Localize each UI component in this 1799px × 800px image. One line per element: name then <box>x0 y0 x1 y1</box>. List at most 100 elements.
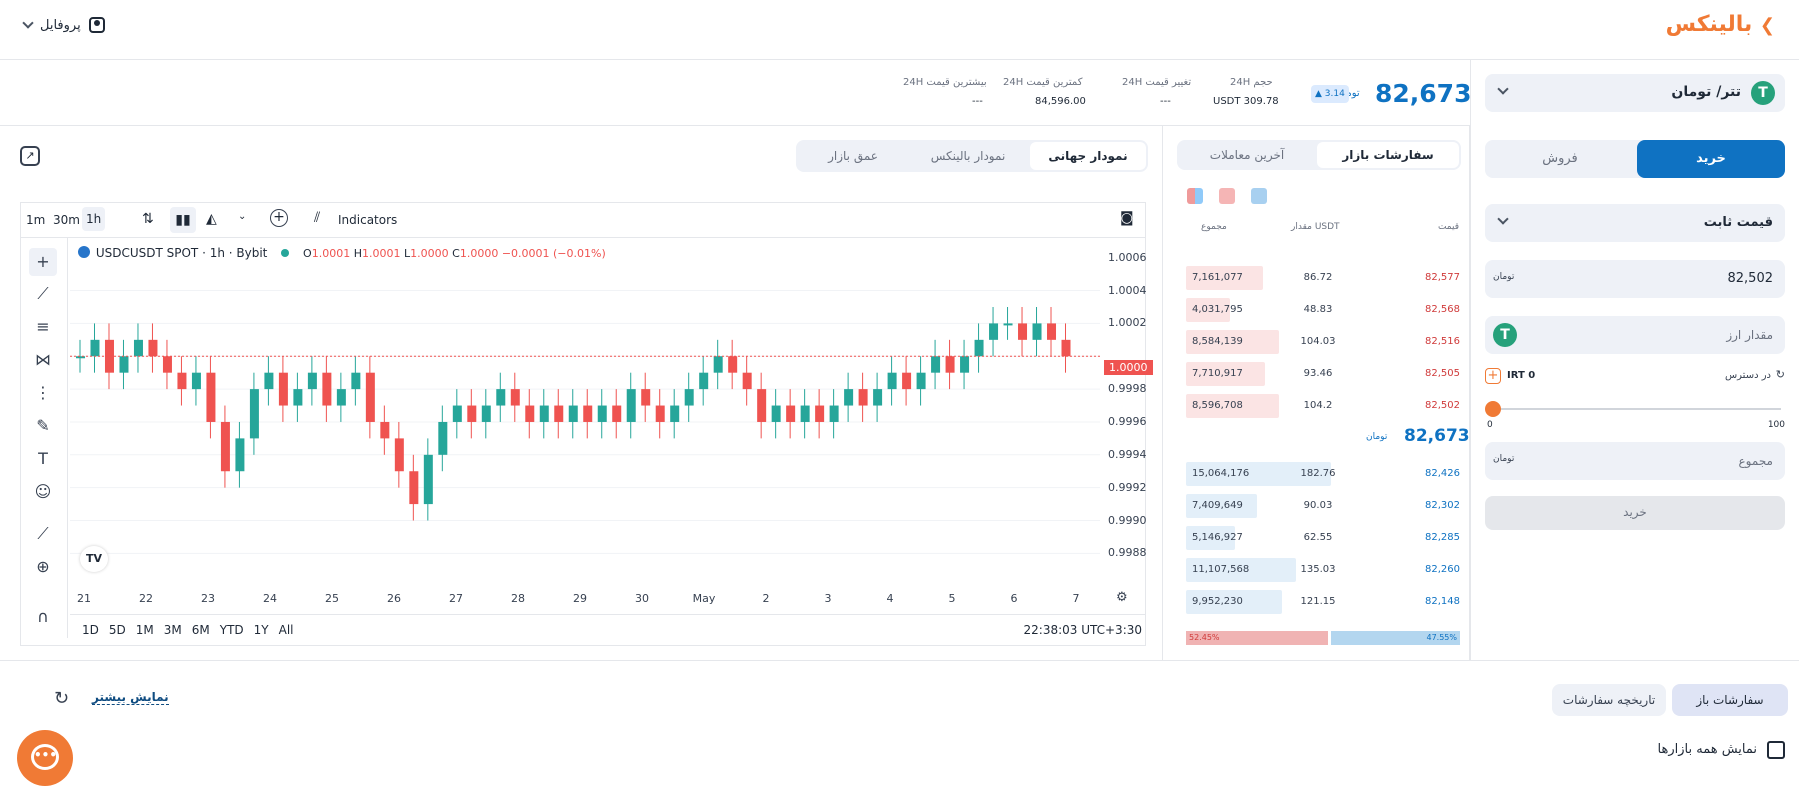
indicators-button[interactable]: Indicators <box>338 213 397 227</box>
chevron-down-icon[interactable]: ⌄ <box>238 211 246 222</box>
chevron-down-icon <box>22 17 34 29</box>
view-buy-icon[interactable] <box>1251 188 1267 204</box>
range-all[interactable]: All <box>279 623 294 637</box>
price-input[interactable]: تومان 82,502 <box>1485 260 1785 298</box>
bid-row[interactable]: 11,107,568 135.03 82,260 <box>1186 558 1460 582</box>
candle-body <box>1047 323 1057 340</box>
bid-row[interactable]: 7,409,649 90.03 82,302 <box>1186 494 1460 518</box>
total-input[interactable]: تومان مجموع <box>1485 442 1785 480</box>
interval-30m[interactable]: 30m <box>53 213 80 227</box>
interval-1m[interactable]: 1m <box>26 213 45 227</box>
add-indicator-icon[interactable]: + <box>270 209 288 227</box>
candle-body <box>583 405 593 422</box>
pair-selector[interactable]: تتر/ تومان T <box>1485 74 1785 112</box>
fib-icon[interactable]: ≡ <box>29 313 57 341</box>
interval-1h[interactable]: 1h <box>82 207 106 231</box>
candle-body <box>220 421 230 472</box>
tab-market-orders[interactable]: سفارشات بازار <box>1317 142 1459 168</box>
tab-balinex-chart[interactable]: نمودار بالینکس <box>910 142 1026 170</box>
magnet-icon[interactable]: ∩ <box>29 603 57 631</box>
bid-row[interactable]: 15,064,176 182.76 82,426 <box>1186 462 1460 486</box>
depth-ratio-bar: 52.45% 47.55% <box>1186 631 1460 645</box>
range-5d[interactable]: 5D <box>109 623 126 637</box>
amount-input[interactable]: T مقدار ارز <box>1485 316 1785 354</box>
support-chat-button[interactable]: ••• <box>17 730 73 786</box>
crosshair-icon[interactable]: + <box>29 248 57 276</box>
text-icon[interactable]: T <box>29 445 57 473</box>
compare-icon[interactable]: ⇅ <box>142 211 154 227</box>
ask-row[interactable]: 4,031,795 48.83 82,568 <box>1186 298 1460 322</box>
order-total: 7,161,077 <box>1192 272 1243 283</box>
orderbook-tabs: سفارشات بازار آخرین معاملات <box>1177 140 1461 170</box>
candle-body <box>365 372 375 422</box>
time-tick-label: 7 <box>1072 592 1080 605</box>
range-1d[interactable]: 1D <box>82 623 99 637</box>
show-all-markets-toggle[interactable]: نمایش همه بازارها <box>1620 740 1785 762</box>
tab-market-depth[interactable]: عمق بازار <box>798 142 908 170</box>
show-more-link[interactable]: نمایش بیشتر <box>92 690 169 705</box>
price-tick-label: 1.0002 <box>1108 316 1147 330</box>
trend-line-icon[interactable]: ⟋ <box>29 280 57 308</box>
open-orders-tab[interactable]: سفارشات باز <box>1672 684 1788 716</box>
candlestick-plot[interactable] <box>70 238 1100 578</box>
tab-global-chart[interactable]: نمودار جهانی <box>1030 142 1146 170</box>
candle-body <box>351 372 361 390</box>
checkbox[interactable] <box>1767 741 1785 759</box>
ask-row[interactable]: 7,710,917 93.46 82,505 <box>1186 362 1460 386</box>
order-amount: 135.03 <box>1300 564 1336 575</box>
profile-menu[interactable]: پروفایل <box>22 17 105 33</box>
brush-icon[interactable]: ✎ <box>29 412 57 440</box>
refresh-icon[interactable]: ↻ <box>54 688 69 709</box>
view-sell-icon[interactable] <box>1219 188 1235 204</box>
tether-icon: T <box>1751 81 1775 105</box>
buy-submit-button[interactable]: خرید <box>1485 496 1785 530</box>
stat-change-value: --- <box>1160 96 1171 107</box>
bid-row[interactable]: 9,952,230 121.15 82,148 <box>1186 590 1460 614</box>
emoji-icon[interactable]: ☺ <box>29 478 57 506</box>
area-chart-icon[interactable]: ◭ <box>206 211 217 227</box>
projection-icon[interactable]: ⋮ <box>29 379 57 407</box>
candle-body <box>902 372 912 390</box>
ask-row[interactable]: 8,584,139 104.03 82,516 <box>1186 330 1460 354</box>
ask-row[interactable]: 7,161,077 86.72 82,577 <box>1186 266 1460 290</box>
total-placeholder: مجموع <box>1738 454 1773 468</box>
range-1y[interactable]: 1Y <box>254 623 269 637</box>
order-price: 82,516 <box>1425 336 1460 347</box>
slider-track <box>1491 408 1781 410</box>
drawing-toolbar: + ⟋ ≡ ⋈ ⋮ ✎ T ☺ ⟋ ⊕ ∩ <box>20 238 68 638</box>
candles-icon[interactable]: ▮▮ <box>170 207 196 233</box>
sell-tab[interactable]: فروش <box>1485 140 1635 178</box>
order-price: 82,148 <box>1425 596 1460 607</box>
camera-icon[interactable]: ◙ <box>1120 210 1134 226</box>
tab-last-trades[interactable]: آخرین معاملات <box>1177 142 1317 168</box>
view-both-icon[interactable] <box>1187 188 1203 204</box>
order-history-tab[interactable]: تاریخچه سفارشات <box>1552 684 1666 716</box>
candle-body <box>510 389 520 406</box>
brand-logo[interactable]: ❯ بالینکس <box>1666 12 1775 37</box>
candle-body <box>1032 323 1042 340</box>
order-price: 82,285 <box>1425 532 1460 543</box>
expand-icon[interactable]: ↗ <box>20 146 40 166</box>
range-6m[interactable]: 6M <box>192 623 210 637</box>
refresh-icon[interactable]: ↻ <box>1776 368 1785 381</box>
slider-handle[interactable] <box>1485 401 1501 417</box>
bid-row[interactable]: 5,146,927 62.55 82,285 <box>1186 526 1460 550</box>
amount-slider[interactable]: 0 100 <box>1485 400 1785 430</box>
order-total: 15,064,176 <box>1192 468 1250 479</box>
candle-body <box>336 389 346 406</box>
price-tick-label: 0.9988 <box>1108 546 1147 560</box>
axis-settings-icon[interactable]: ⚙ <box>1116 590 1128 605</box>
range-buttons: 1D 5D 1M 3M 6M YTD 1Y All <box>82 623 304 637</box>
order-type-select[interactable]: قیمت ثابت <box>1485 204 1785 242</box>
range-3m[interactable]: 3M <box>164 623 182 637</box>
pattern-icon[interactable]: ⋈ <box>29 346 57 374</box>
buy-tab[interactable]: خرید <box>1637 140 1785 178</box>
ruler-icon[interactable]: ⟋ <box>29 520 57 548</box>
range-ytd[interactable]: YTD <box>220 623 244 637</box>
range-1m[interactable]: 1M <box>136 623 154 637</box>
ask-row[interactable]: 8,596,708 104.2 82,502 <box>1186 394 1460 418</box>
zoom-icon[interactable]: ⊕ <box>29 553 57 581</box>
add-funds-button[interactable]: + <box>1485 368 1501 384</box>
candle-body <box>148 339 158 357</box>
price-tick-label: 1.0004 <box>1108 283 1147 297</box>
